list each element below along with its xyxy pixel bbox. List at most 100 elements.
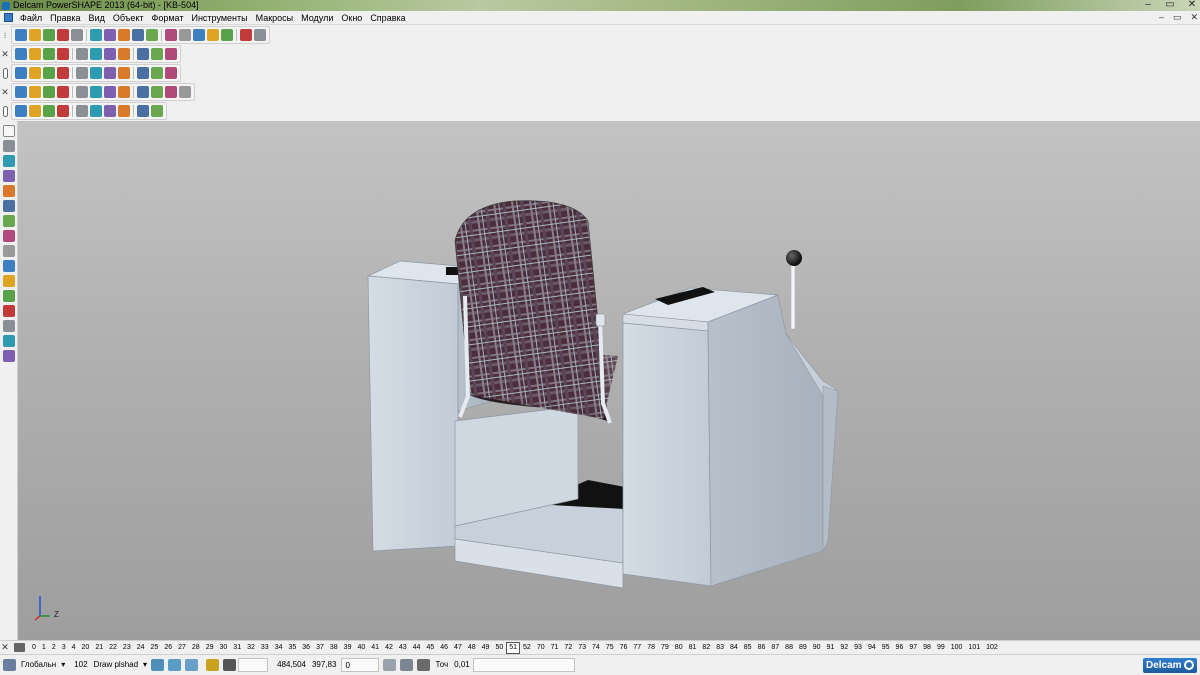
- doc-close-button[interactable]: ✕: [1190, 12, 1198, 23]
- solid-spin-icon[interactable]: [104, 86, 116, 98]
- new-icon[interactable]: [15, 29, 27, 41]
- select-filter-icon[interactable]: [3, 140, 15, 152]
- cone-icon[interactable]: [90, 67, 102, 79]
- doc-restore-button[interactable]: ▭: [1173, 12, 1182, 23]
- calculator-icon[interactable]: [383, 659, 397, 671]
- surface-icon[interactable]: [3, 335, 15, 347]
- layer-101[interactable]: 101: [965, 643, 983, 653]
- position-icon[interactable]: [400, 659, 414, 671]
- solid-torus-icon[interactable]: [76, 86, 88, 98]
- undo-icon[interactable]: [118, 29, 130, 41]
- layer-96[interactable]: 96: [893, 643, 907, 653]
- layer-81[interactable]: 81: [686, 643, 700, 653]
- layer-86[interactable]: 86: [755, 643, 769, 653]
- solid-sphere-icon[interactable]: [43, 86, 55, 98]
- layer-manager-icon[interactable]: [14, 643, 25, 652]
- layer-33[interactable]: 33: [258, 643, 272, 653]
- layer-80[interactable]: 80: [672, 643, 686, 653]
- tools-icon[interactable]: [254, 29, 266, 41]
- blend-icon[interactable]: [3, 305, 15, 317]
- layer-72[interactable]: 72: [561, 643, 575, 653]
- layer-23[interactable]: 23: [120, 643, 134, 653]
- tolerance-value[interactable]: 0,01: [451, 658, 473, 672]
- layer-36[interactable]: 36: [299, 643, 313, 653]
- hand-icon[interactable]: [165, 48, 177, 60]
- menu-object[interactable]: Объект: [109, 11, 148, 25]
- maximize-button[interactable]: ▭: [1164, 0, 1176, 10]
- menu-macros[interactable]: Макросы: [252, 11, 298, 25]
- layer-37[interactable]: 37: [313, 643, 327, 653]
- layer-70[interactable]: 70: [534, 643, 548, 653]
- zoom-box-icon[interactable]: [90, 48, 102, 60]
- rotate-icon[interactable]: [3, 185, 15, 197]
- layer-26[interactable]: 26: [161, 643, 175, 653]
- grid-icon[interactable]: [151, 67, 163, 79]
- layer-93[interactable]: 93: [851, 643, 865, 653]
- layer-52[interactable]: 52: [520, 643, 534, 653]
- copy-icon[interactable]: [90, 29, 102, 41]
- tolerance-icon[interactable]: [417, 659, 431, 671]
- menu-help[interactable]: Справка: [366, 11, 409, 25]
- zoom-fit-icon[interactable]: [104, 48, 116, 60]
- view-top-icon[interactable]: [15, 48, 27, 60]
- intelligent-cursor-icon[interactable]: [206, 659, 220, 671]
- layer-24[interactable]: 24: [134, 643, 148, 653]
- arrow-icon[interactable]: [104, 67, 116, 79]
- boss-icon[interactable]: [76, 105, 88, 117]
- sphere-red-icon[interactable]: [76, 67, 88, 79]
- surface-icon[interactable]: [207, 29, 219, 41]
- curve-icon[interactable]: [193, 29, 205, 41]
- toolbar-close-icon[interactable]: ✕: [1, 47, 9, 61]
- layer-39[interactable]: 39: [341, 643, 355, 653]
- layer-99[interactable]: 99: [934, 643, 948, 653]
- menu-file[interactable]: Файл: [16, 11, 46, 25]
- light-icon[interactable]: [151, 48, 163, 60]
- layer-46[interactable]: 46: [437, 643, 451, 653]
- layer-73[interactable]: 73: [575, 643, 589, 653]
- menu-view[interactable]: Вид: [85, 11, 109, 25]
- layer-94[interactable]: 94: [865, 643, 879, 653]
- grid-icon[interactable]: [223, 659, 237, 671]
- layer-1[interactable]: 1: [39, 643, 49, 653]
- layerbar-close-icon[interactable]: ✕: [0, 642, 10, 653]
- circle-icon[interactable]: [179, 29, 191, 41]
- layer-88[interactable]: 88: [782, 643, 796, 653]
- toolbar-grip[interactable]: [3, 105, 8, 117]
- layer-44[interactable]: 44: [410, 643, 424, 653]
- level-dropdown-icon[interactable]: ▾: [141, 658, 149, 672]
- layer-40[interactable]: 40: [354, 643, 368, 653]
- view-front-icon[interactable]: [29, 48, 41, 60]
- layer-28[interactable]: 28: [189, 643, 203, 653]
- solid-icon[interactable]: [3, 350, 15, 362]
- layer-4[interactable]: 4: [69, 643, 79, 653]
- layer-100[interactable]: 100: [948, 643, 966, 653]
- workplane-toggle-icon[interactable]: [168, 659, 182, 671]
- menu-edit[interactable]: Правка: [46, 11, 84, 25]
- feature-icon[interactable]: [15, 105, 27, 117]
- layer-41[interactable]: 41: [368, 643, 382, 653]
- document-icon[interactable]: [4, 13, 13, 22]
- layer-30[interactable]: 30: [217, 643, 231, 653]
- toolbar-grip[interactable]: ⁝: [1, 28, 9, 42]
- layer-42[interactable]: 42: [382, 643, 396, 653]
- level-name-select[interactable]: Draw plshad: [91, 658, 141, 672]
- layer-51[interactable]: 51: [506, 641, 521, 654]
- layer-79[interactable]: 79: [658, 643, 672, 653]
- hole-icon[interactable]: [104, 105, 116, 117]
- layer-29[interactable]: 29: [203, 643, 217, 653]
- layer-21[interactable]: 21: [92, 643, 106, 653]
- layer-83[interactable]: 83: [713, 643, 727, 653]
- zoom-icon[interactable]: [76, 48, 88, 60]
- layer-45[interactable]: 45: [423, 643, 437, 653]
- line-icon[interactable]: [165, 29, 177, 41]
- view-side-icon[interactable]: [43, 48, 55, 60]
- layer-90[interactable]: 90: [810, 643, 824, 653]
- fillet-icon[interactable]: [57, 105, 69, 117]
- layer-89[interactable]: 89: [796, 643, 810, 653]
- join-icon[interactable]: [3, 260, 15, 272]
- solid-shell-icon[interactable]: [151, 86, 163, 98]
- layer-92[interactable]: 92: [837, 643, 851, 653]
- principal-plane-icon[interactable]: [151, 659, 165, 671]
- minimize-button[interactable]: –: [1142, 0, 1154, 10]
- solid-box-icon[interactable]: [15, 86, 27, 98]
